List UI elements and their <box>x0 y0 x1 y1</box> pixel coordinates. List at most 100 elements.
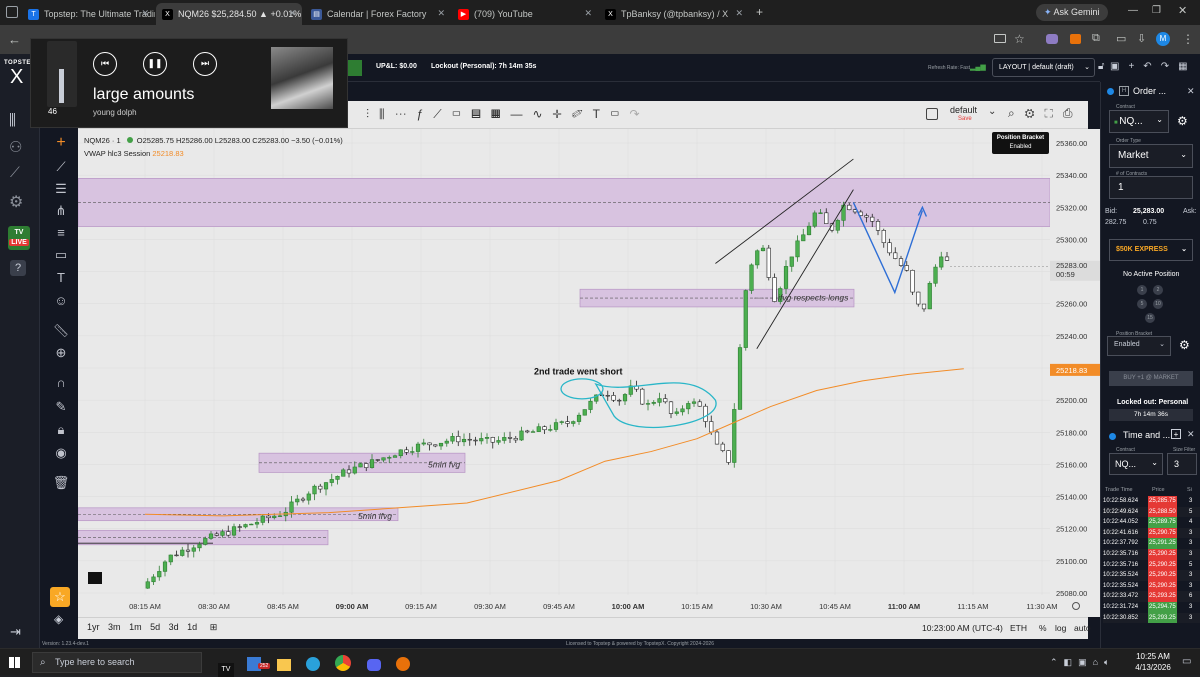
browser-tab-nqm26[interactable]: X NQM26 $25,284.50 ▲ +0.01% ✕ <box>156 3 302 25</box>
layers-icon[interactable]: ◈ <box>54 612 63 626</box>
lock-icon[interactable]: 🔓︎ <box>1098 61 1104 72</box>
volume-bar[interactable] <box>47 41 77 107</box>
close-icon[interactable]: ✕ <box>1187 429 1195 440</box>
browser-tab-youtube[interactable]: ▶ (709) YouTube ✕ <box>452 3 598 25</box>
ts-contract-select[interactable]: NQ... ⌄ <box>1109 453 1163 475</box>
vwap-label[interactable]: VWAP hlc3 Session <box>84 149 150 158</box>
grid-icon[interactable]: ▦ <box>1178 61 1196 72</box>
range-1yr-button[interactable]: 1yr <box>87 622 100 632</box>
extension-icon[interactable] <box>1046 34 1058 44</box>
order-type-select[interactable]: Market ⌄ <box>1109 144 1193 168</box>
extension-icon[interactable] <box>1070 34 1081 44</box>
text-icon[interactable]: T <box>593 107 610 121</box>
close-window-icon[interactable]: ✕ <box>1178 4 1187 17</box>
back-icon[interactable]: ← <box>8 32 21 47</box>
gear-icon[interactable]: ⚙ <box>1177 114 1188 128</box>
telegram-app-icon[interactable] <box>306 657 321 671</box>
users-icon[interactable]: ⚇ <box>9 138 22 156</box>
logout-icon[interactable]: ⇥ <box>10 624 21 640</box>
crosshair-icon[interactable]: + <box>52 134 70 152</box>
gear-icon[interactable]: ⚙ <box>9 192 23 212</box>
close-icon[interactable]: ✕ <box>1187 86 1195 97</box>
cast-icon[interactable] <box>994 34 1006 43</box>
qty-2-button[interactable]: 2 <box>1153 285 1163 295</box>
download-icon[interactable]: ⇩ <box>1137 32 1146 45</box>
add-icon[interactable]: + <box>1128 61 1143 72</box>
rect-icon[interactable]: ▭ <box>452 107 472 121</box>
folder-app-icon[interactable] <box>276 659 291 671</box>
gear-icon[interactable]: ⚙ <box>1179 338 1190 352</box>
help-icon[interactable]: ? <box>10 260 26 276</box>
tab-search-icon[interactable]: ▭ <box>1116 32 1126 45</box>
fullscreen-icon[interactable]: ⛶ <box>1044 106 1062 120</box>
lock-icon[interactable]: 🔒︎ <box>52 421 70 439</box>
bookmark-star-icon[interactable]: ☆ <box>1014 32 1025 46</box>
auto-toggle[interactable]: auto <box>1074 623 1091 633</box>
volume-icon[interactable]: 🔈︎ <box>1104 657 1115 667</box>
chevron-up-icon[interactable]: ⌃ <box>1050 657 1064 667</box>
account-select[interactable]: $50K EXPRESS ⌄ <box>1109 239 1193 261</box>
date-range-icon[interactable]: ⊞ <box>210 622 218 632</box>
contract-select[interactable]: ■ NQ... ⌄ <box>1109 110 1169 133</box>
search-icon[interactable]: ⌕ <box>1008 106 1025 120</box>
trash-icon[interactable]: 🗑︎ <box>52 474 70 492</box>
trend-line-icon[interactable]: ⟋ <box>52 158 70 176</box>
range-1m-button[interactable]: 1m <box>129 622 142 632</box>
cursor-lines-icon[interactable]: ⫶ <box>366 107 379 121</box>
horizontal-lines-icon[interactable]: ☰ <box>52 180 70 198</box>
rectangle-icon[interactable]: ▭ <box>52 246 70 264</box>
puzzle-icon[interactable]: ⧉ <box>1092 32 1100 45</box>
chart-layout-name[interactable]: default <box>950 105 977 115</box>
save-icon[interactable]: ▣ <box>1110 61 1128 72</box>
browser-tab-x-profile[interactable]: X TpBanksy (@tpbanksy) / X ✕ <box>599 3 749 25</box>
size-filter-input[interactable]: 3 <box>1167 453 1197 475</box>
tv-live-icon[interactable]: TV LIVE <box>8 226 30 250</box>
buy-market-button[interactable]: BUY +1 @ MARKET <box>1109 371 1193 386</box>
position-bracket-badge[interactable]: Position Bracket Enabled <box>992 132 1049 154</box>
emoji-icon[interactable]: ☺ <box>52 292 70 310</box>
contracts-input[interactable]: 1 <box>1109 176 1193 199</box>
undo-icon[interactable]: ↶ <box>1143 61 1160 72</box>
notifications-icon[interactable]: ▭ <box>1182 656 1191 667</box>
dots-icon[interactable]: ⋯ <box>395 107 417 121</box>
symbol-label[interactable]: NQM26 · 1 <box>84 136 121 145</box>
wave-icon[interactable]: ∿ <box>532 107 552 121</box>
chart-save-label[interactable]: Save <box>958 116 972 122</box>
range-3m-button[interactable]: 3m <box>108 622 121 632</box>
log-toggle[interactable]: log <box>1055 623 1066 633</box>
pitchfork-icon[interactable]: ⋔ <box>52 202 70 220</box>
candles-icon[interactable]: ⫼ <box>9 112 16 129</box>
minimize-icon[interactable]: — <box>1128 5 1138 16</box>
previous-track-button[interactable]: ⏮︎ <box>93 52 117 76</box>
cross-icon[interactable]: ✛ <box>553 107 572 121</box>
tab-search-icon[interactable] <box>6 6 18 18</box>
close-icon[interactable]: ✕ <box>584 8 592 19</box>
add-icon[interactable]: + <box>1171 429 1181 439</box>
redo-icon[interactable]: ↷ <box>630 107 650 121</box>
zoom-in-icon[interactable]: ⊕ <box>52 344 70 362</box>
restore-icon[interactable]: ❐ <box>1152 5 1161 16</box>
line-icon[interactable]: ⟋ <box>433 107 451 121</box>
close-icon[interactable]: ✕ <box>437 8 445 19</box>
position-bracket-select[interactable]: Enabled ⌄ <box>1107 336 1171 356</box>
chevron-down-icon[interactable]: ⌄ <box>988 106 996 117</box>
percent-toggle[interactable]: % <box>1039 623 1047 633</box>
rect2-icon[interactable]: ▭ <box>610 107 630 121</box>
hline-icon[interactable]: — <box>510 107 532 121</box>
close-icon[interactable]: ✕ <box>141 8 149 19</box>
camera-icon[interactable]: ⎙ <box>1063 106 1083 120</box>
qty-5-button[interactable]: 5 <box>1137 299 1147 309</box>
close-icon[interactable]: ✕ <box>735 8 743 19</box>
close-icon[interactable]: ✕ <box>288 8 296 19</box>
ask-gemini-button[interactable]: ✦ Ask Gemini <box>1036 4 1108 21</box>
tray-app-icon[interactable]: ◧ <box>1064 657 1079 667</box>
table-icon[interactable]: ▦ <box>491 107 511 121</box>
text-icon[interactable]: T <box>52 269 70 287</box>
menu-dots-icon[interactable]: ⋮ <box>1182 32 1194 46</box>
ruler-icon[interactable]: 📏︎ <box>52 322 70 340</box>
app-icon[interactable] <box>396 657 411 671</box>
taskbar-search[interactable]: ⌕ Type here to search <box>32 652 202 673</box>
network-icon[interactable]: ⌂ <box>1093 657 1104 667</box>
tray-app-icon[interactable]: ▣ <box>1078 657 1093 667</box>
range-3d-button[interactable]: 3d <box>169 622 179 632</box>
